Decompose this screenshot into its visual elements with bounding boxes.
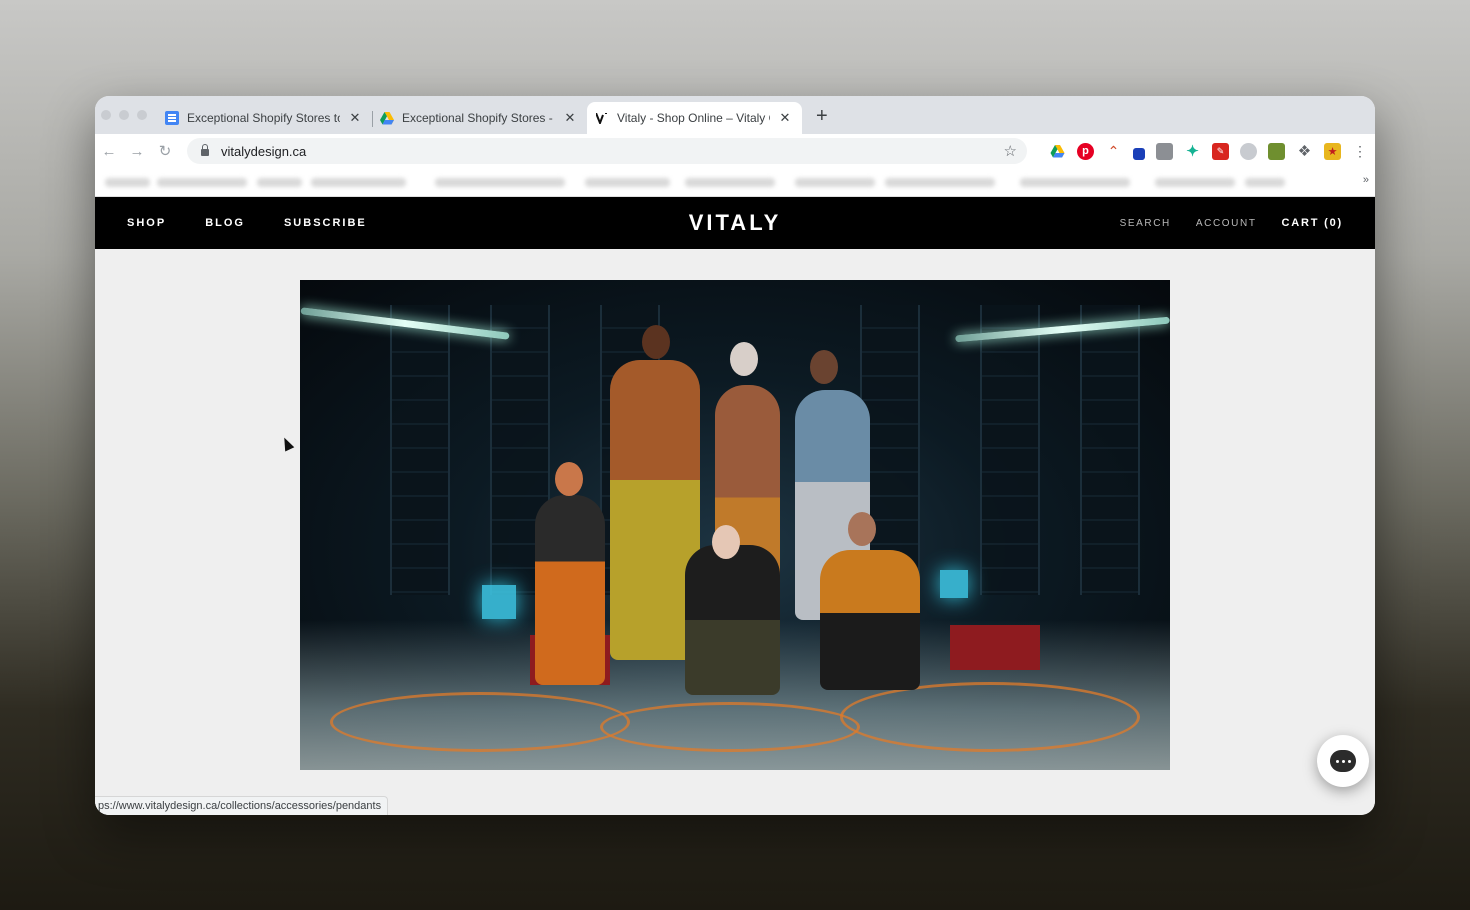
nav-account[interactable]: ACCOUNT xyxy=(1196,218,1257,229)
cable-pile xyxy=(330,692,630,752)
eyedropper-icon[interactable] xyxy=(1133,148,1145,160)
browser-menu-icon[interactable]: ⋮ xyxy=(1353,143,1367,160)
bookmark-item[interactable] xyxy=(257,178,302,187)
tab-strip: Exceptional Shopify Stores to I ✕ Except… xyxy=(95,96,1375,134)
bookmark-item[interactable] xyxy=(885,178,995,187)
model-figure xyxy=(685,545,780,695)
bookmark-item[interactable] xyxy=(157,178,247,187)
close-tab-icon[interactable]: ✕ xyxy=(778,110,792,126)
forward-arrow-icon[interactable]: → xyxy=(123,143,151,160)
zoom-window-button[interactable] xyxy=(137,110,147,120)
address-bar[interactable]: vitalydesign.ca ☆ xyxy=(187,138,1027,164)
red-crate xyxy=(950,625,1040,670)
new-tab-button[interactable]: + xyxy=(802,105,828,134)
server-rack xyxy=(390,305,450,595)
star-badge-icon[interactable]: ★ xyxy=(1324,142,1341,160)
site-header: SHOP BLOG SUBSCRIBE VITALY SEARCH ACCOUN… xyxy=(95,197,1375,249)
server-rack xyxy=(980,305,1040,595)
model-head xyxy=(810,350,838,384)
bookmarks-bar: » xyxy=(95,168,1375,197)
google-drive-icon xyxy=(380,111,394,125)
moon-icon[interactable] xyxy=(1240,142,1257,160)
bookmarks-overflow-icon[interactable]: » xyxy=(1363,174,1369,186)
model-head xyxy=(712,525,740,559)
pinterest-icon[interactable]: p xyxy=(1077,142,1094,160)
bookmark-item[interactable] xyxy=(795,178,875,187)
bookmark-star-icon[interactable]: ☆ xyxy=(1004,142,1017,160)
google-drive-icon[interactable] xyxy=(1049,143,1066,160)
web-page: SHOP BLOG SUBSCRIBE VITALY SEARCH ACCOUN… xyxy=(95,197,1375,815)
address-url[interactable]: vitalydesign.ca xyxy=(221,144,1004,159)
model-head xyxy=(730,342,758,376)
minimize-window-button[interactable] xyxy=(119,110,129,120)
chat-bubble-icon xyxy=(1330,750,1356,772)
tab-shopify-drive[interactable]: Exceptional Shopify Stores - G ✕ xyxy=(372,102,587,134)
window-controls xyxy=(95,110,157,134)
close-tab-icon[interactable]: ✕ xyxy=(563,110,577,126)
google-docs-icon xyxy=(165,111,179,125)
glowing-cube xyxy=(940,570,968,598)
leaf-icon[interactable]: ✦ xyxy=(1184,143,1201,160)
bookmark-item[interactable] xyxy=(585,178,670,187)
nav-cart[interactable]: CART (0) xyxy=(1282,217,1343,229)
status-bar-url: ps://www.vitalydesign.ca/collections/acc… xyxy=(95,796,389,815)
model-figure xyxy=(820,550,920,690)
bookmark-item[interactable] xyxy=(1245,178,1285,187)
nav-subscribe[interactable]: SUBSCRIBE xyxy=(284,217,367,229)
close-window-button[interactable] xyxy=(101,110,111,120)
arc-icon[interactable]: ⌃ xyxy=(1105,143,1122,160)
lock-icon xyxy=(201,144,209,156)
extensions-bar: p ⌃ ✦ ✎ ❖ ★ xyxy=(1049,142,1341,160)
bookmark-item[interactable] xyxy=(685,178,775,187)
tab-shopify-doc[interactable]: Exceptional Shopify Stores to I ✕ xyxy=(157,102,372,134)
bookmark-item[interactable] xyxy=(311,178,406,187)
vitaly-icon xyxy=(595,111,609,125)
glowing-cube xyxy=(482,585,516,619)
tab-title: Vitaly - Shop Online – Vitaly C xyxy=(617,111,770,125)
grammar-icon[interactable] xyxy=(1268,142,1285,160)
browser-window: Exceptional Shopify Stores to I ✕ Except… xyxy=(95,96,1375,815)
browser-toolbar: ← → ↻ vitalydesign.ca ☆ p ⌃ ✦ ✎ ❖ ★ ⋮ xyxy=(95,134,1375,168)
server-rack xyxy=(1080,305,1140,595)
close-tab-icon[interactable]: ✕ xyxy=(348,110,362,126)
tab-vitaly[interactable]: Vitaly - Shop Online – Vitaly C ✕ xyxy=(587,102,802,134)
model-figure xyxy=(535,495,605,685)
model-head xyxy=(642,325,670,359)
pdf-icon[interactable]: ✎ xyxy=(1212,142,1229,160)
nav-shop[interactable]: SHOP xyxy=(127,217,166,229)
tab-icon[interactable] xyxy=(1156,142,1173,160)
cable-pile xyxy=(600,702,860,752)
model-head xyxy=(555,462,583,496)
cable-pile xyxy=(840,682,1140,752)
site-logo[interactable]: VITALY xyxy=(689,210,782,236)
hero-image[interactable] xyxy=(300,280,1170,770)
tab-title: Exceptional Shopify Stores to I xyxy=(187,111,340,125)
bookmark-item[interactable] xyxy=(435,178,565,187)
reload-icon[interactable]: ↻ xyxy=(151,142,179,160)
nav-search[interactable]: SEARCH xyxy=(1120,218,1171,229)
chat-widget-button[interactable] xyxy=(1317,735,1369,787)
bookmark-item[interactable] xyxy=(1020,178,1130,187)
main-nav: SHOP BLOG SUBSCRIBE xyxy=(127,217,367,229)
tab-title: Exceptional Shopify Stores - G xyxy=(402,111,555,125)
utility-nav: SEARCH ACCOUNT CART (0) xyxy=(1120,217,1343,229)
puzzle-icon[interactable]: ❖ xyxy=(1296,143,1313,160)
bookmark-item[interactable] xyxy=(1155,178,1235,187)
model-head xyxy=(848,512,876,546)
back-arrow-icon[interactable]: ← xyxy=(95,143,123,160)
nav-blog[interactable]: BLOG xyxy=(205,217,245,229)
bookmark-item[interactable] xyxy=(105,178,150,187)
